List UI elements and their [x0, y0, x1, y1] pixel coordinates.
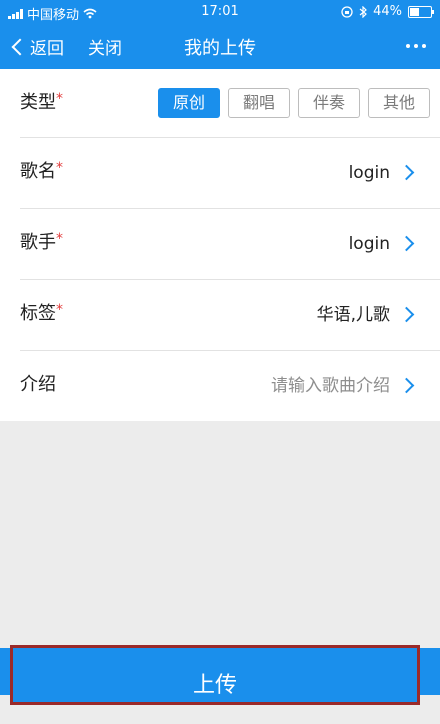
upload-button[interactable]: 上传 [13, 648, 417, 702]
intro-placeholder: 请输入歌曲介绍 [271, 376, 390, 396]
type-label: 类型* [20, 91, 63, 113]
back-label: 返回 [30, 39, 64, 59]
chevron-left-icon [11, 38, 29, 55]
upload-form: 类型* 原创 翻唱 伴奏 其他 歌名* login 歌手* login 标签* … [0, 69, 440, 421]
upload-button-highlight: 上传 [10, 645, 420, 705]
back-button[interactable]: 返回 [10, 34, 64, 59]
type-row: 类型* 原创 翻唱 伴奏 其他 [20, 69, 440, 138]
chevron-right-icon [398, 164, 415, 181]
type-options: 原创 翻唱 伴奏 其他 [158, 88, 430, 118]
required-mark: * [56, 91, 63, 107]
required-mark: * [56, 231, 63, 247]
intro-row[interactable]: 介绍 请输入歌曲介绍 [20, 351, 440, 421]
nav-bar: 返回 关闭 我的上传 [0, 24, 440, 69]
chevron-right-icon [398, 306, 415, 323]
status-bar: 中国移动 17:01 44% [0, 0, 440, 24]
singer-value: login [348, 234, 390, 254]
tags-value: 华语,儿歌 [316, 305, 390, 325]
intro-label: 介绍 [20, 374, 56, 395]
chevron-right-icon [398, 235, 415, 252]
type-option-other[interactable]: 其他 [368, 88, 430, 118]
type-option-accompaniment[interactable]: 伴奏 [298, 88, 360, 118]
battery-percent: 44% [373, 4, 402, 19]
tags-label: 标签* [20, 302, 63, 324]
tags-row[interactable]: 标签* 华语,儿歌 [20, 280, 440, 351]
chevron-right-icon [398, 377, 415, 394]
rotation-lock-icon [341, 5, 353, 18]
more-menu-button[interactable] [406, 44, 426, 48]
close-button[interactable]: 关闭 [88, 34, 122, 59]
more-dots-icon [406, 44, 410, 48]
song-name-label: 歌名* [20, 160, 63, 182]
song-name-row[interactable]: 歌名* login [20, 138, 440, 209]
required-mark: * [56, 302, 63, 318]
status-right: 44% [341, 4, 434, 19]
singer-label: 歌手* [20, 231, 63, 253]
type-option-original[interactable]: 原创 [158, 88, 220, 118]
required-mark: * [56, 160, 63, 176]
page-title: 我的上传 [184, 38, 256, 59]
song-name-value: login [348, 163, 390, 183]
singer-row[interactable]: 歌手* login [20, 209, 440, 280]
type-option-cover[interactable]: 翻唱 [228, 88, 290, 118]
bluetooth-icon [359, 5, 367, 18]
battery-icon [408, 5, 434, 18]
